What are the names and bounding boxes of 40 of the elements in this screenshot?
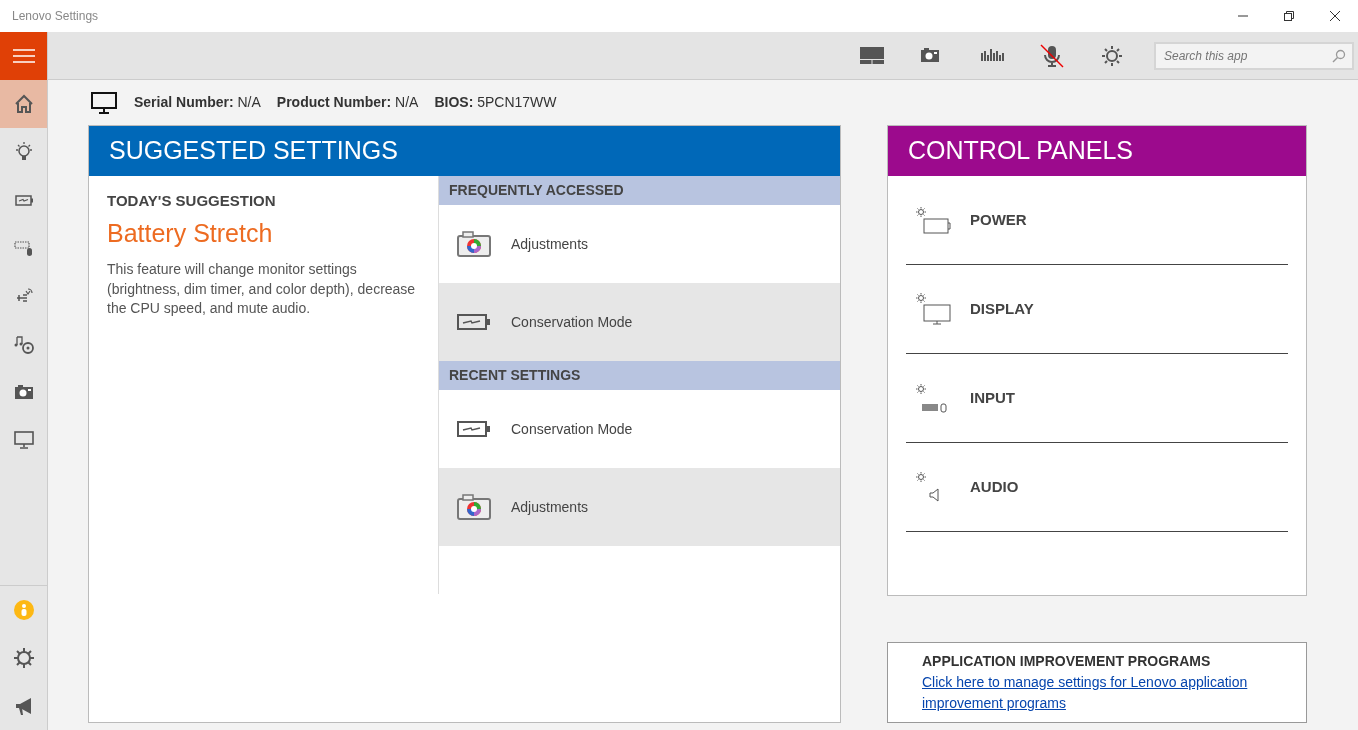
section-heading: RECENT SETTINGS xyxy=(439,361,840,390)
section-heading: FREQUENTLY ACCESSED xyxy=(439,176,840,205)
camera-icon xyxy=(457,231,491,257)
battery-settings-icon xyxy=(916,206,951,234)
control-panel-item[interactable]: POWER xyxy=(906,176,1288,265)
speaker-settings-icon xyxy=(916,472,939,502)
control-panel-item[interactable]: AUDIO xyxy=(906,443,1288,532)
improvement-title: APPLICATION IMPROVEMENT PROGRAMS xyxy=(922,652,1212,671)
restore-icon xyxy=(1283,10,1295,22)
camera-icon xyxy=(457,494,491,520)
settings-item[interactable]: Conservation Mode xyxy=(439,283,840,361)
control-panel-item[interactable]: DISPLAY xyxy=(906,265,1288,354)
monitor-icon xyxy=(12,429,35,451)
control-panel-item[interactable]: INPUT xyxy=(906,354,1288,443)
suggestion-text: This feature will change monitor settings (brightness, dim timer, and color depth), decrease the CPU speed, and mute audio. xyxy=(107,260,417,319)
device-info: Product Number: N/A xyxy=(276,93,419,112)
battery-icon xyxy=(457,419,491,439)
search-field[interactable]: Search this app xyxy=(1154,41,1354,70)
info-icon xyxy=(12,599,35,621)
display-settings-icon xyxy=(916,293,951,325)
suggestion-heading: TODAY'S SUGGESTION xyxy=(107,191,277,211)
settings-item[interactable]: Adjustments xyxy=(439,205,840,283)
improvement-link[interactable]: Click here to manage settings for Lenovo application improvement programs xyxy=(922,672,1272,714)
settings-item[interactable]: Conservation Mode xyxy=(439,390,840,468)
sidebar-item[interactable] xyxy=(0,80,47,128)
menu-button[interactable] xyxy=(0,32,47,80)
monitor-icon xyxy=(90,90,118,115)
settings-icon xyxy=(12,647,35,669)
search-icon xyxy=(1332,48,1346,63)
device-info: Serial Number: N/A xyxy=(134,93,261,112)
device-info: BIOS: 5PCN17WW xyxy=(434,93,557,112)
keyboard-settings-icon xyxy=(916,383,947,413)
panel-header: CONTROL PANELS xyxy=(888,126,1306,176)
close-icon xyxy=(1329,10,1341,22)
brightness-icon xyxy=(1099,43,1125,68)
menu-icon xyxy=(12,49,35,63)
settings-item[interactable]: Adjustments xyxy=(439,468,840,546)
battery-icon xyxy=(457,312,491,332)
panel-header: SUGGESTED SETTINGS xyxy=(89,126,840,176)
window-title: Lenovo Settings xyxy=(11,8,99,25)
